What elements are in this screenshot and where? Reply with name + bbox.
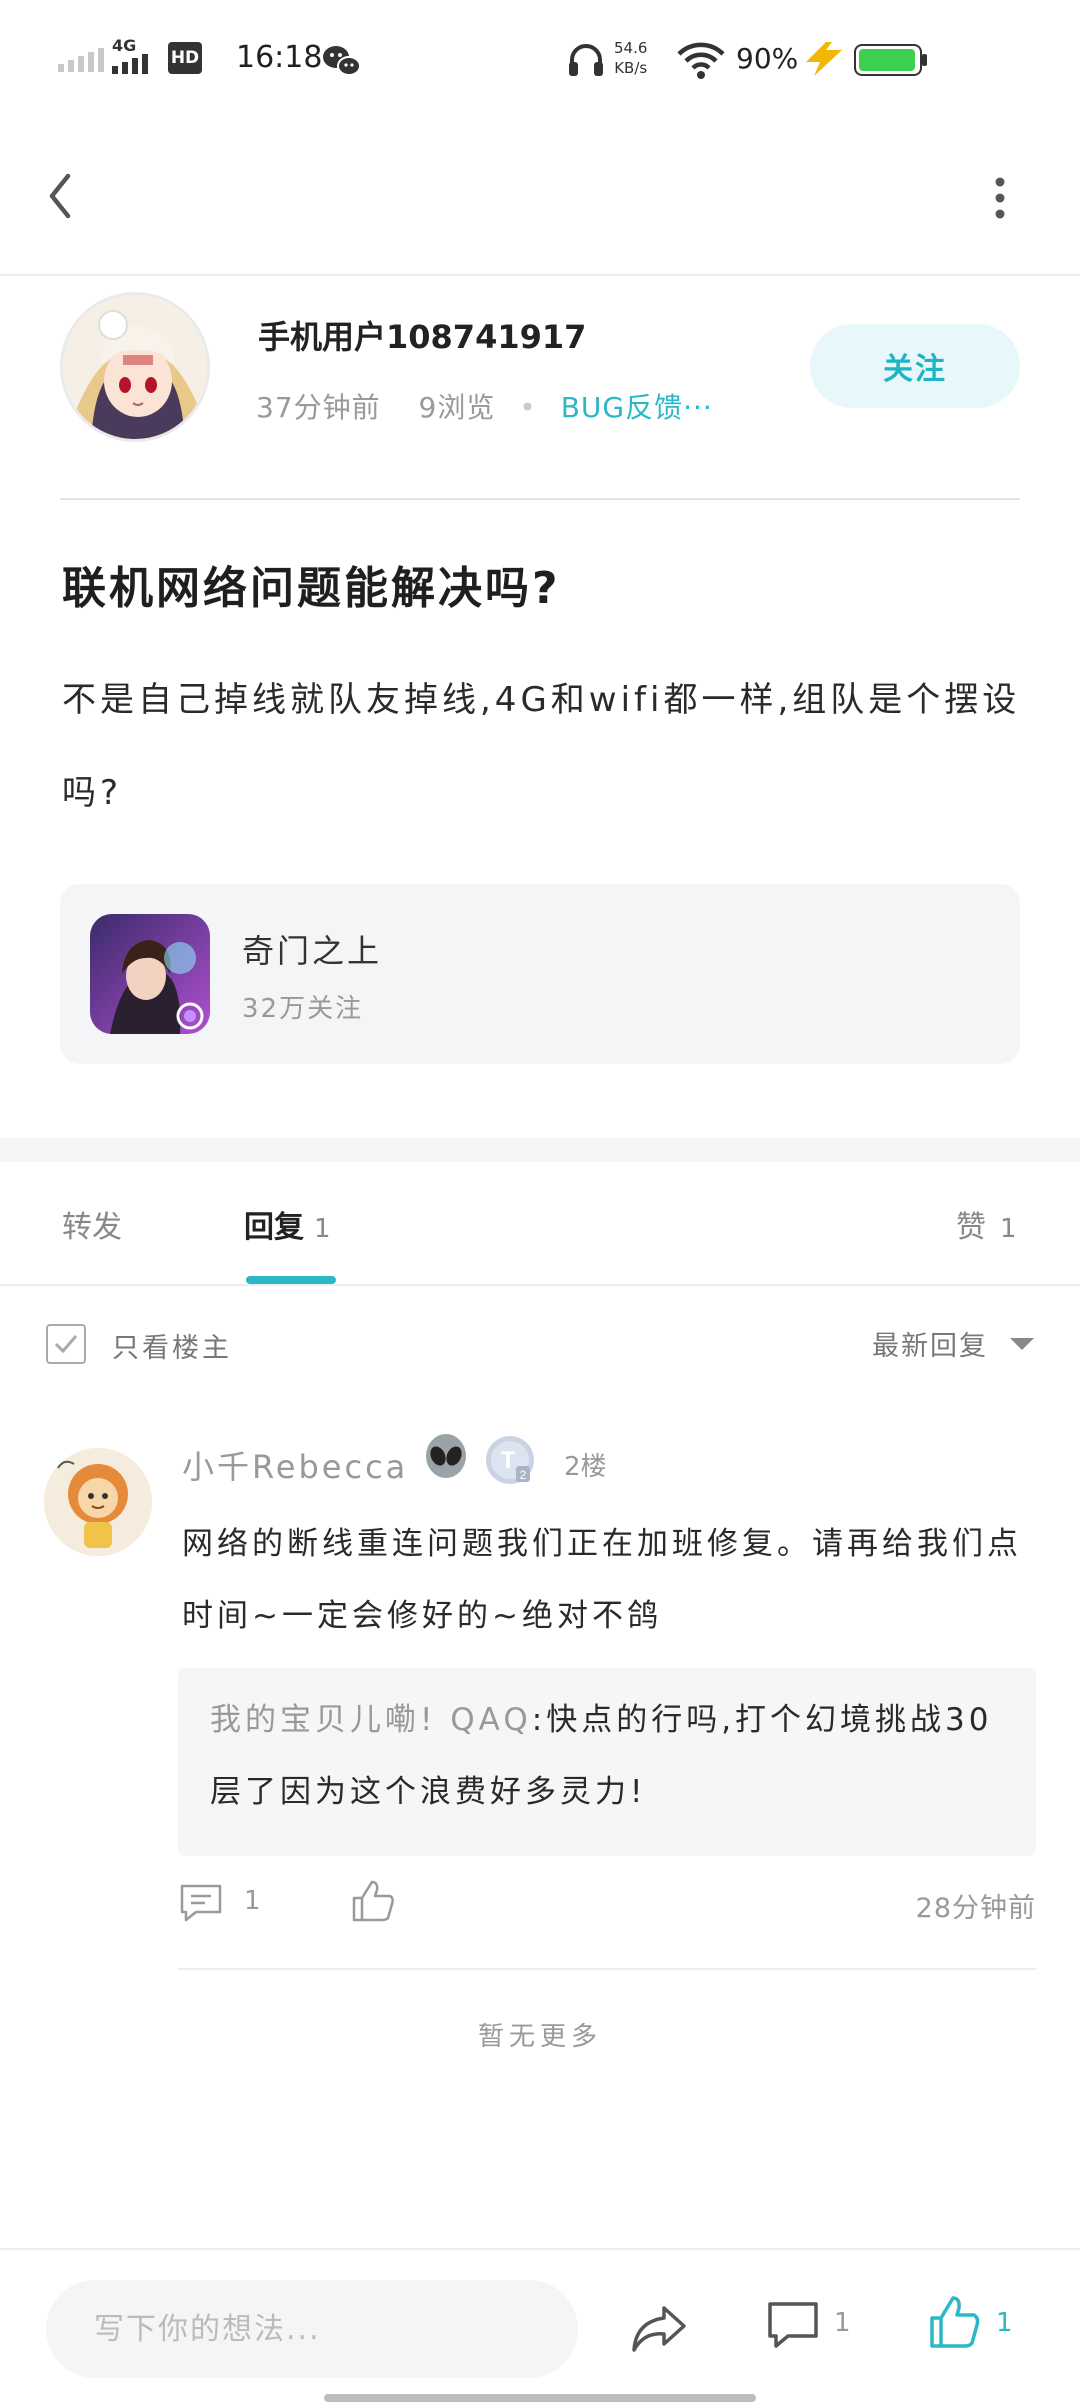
clock: 16:18 [236,40,323,75]
share-icon[interactable] [630,2302,688,2354]
sub-reply-username[interactable]: 我的宝贝儿嘞! QAQ [210,1702,532,1738]
battery-icon [854,44,927,76]
bottom-comment-count: 1 [834,2308,851,2338]
author-avatar[interactable] [60,292,210,442]
game-name: 奇门之上 [242,932,383,970]
post-title: 联机网络问题能解决吗? [62,563,561,614]
tab-repost[interactable]: 转发 [62,1202,122,1246]
active-tab-indicator [246,1276,336,1284]
author-avatar-image [63,295,207,439]
top-nav-bar [0,120,1080,276]
sub-reply-box[interactable]: 我的宝贝儿嘞! QAQ:快点的行吗,打个幻境挑战30层了因为这个浪费好多灵力! [178,1668,1036,1856]
comment-time: 28分钟前 [915,1893,1036,1924]
net-speed: 54.6 KB/s [614,38,647,78]
only-owner-label[interactable]: 只看楼主 [112,1326,232,1365]
chevron-left-icon [49,173,71,219]
level-badge-number: 2 [520,1468,527,1482]
alien-badge-icon [426,1434,466,1478]
wechat-icon [323,46,361,76]
commenter-avatar[interactable] [44,1448,152,1556]
reply-filter-row: 只看楼主 最新回复 [0,1288,1080,1404]
bottom-action-bar: 1 1 [0,2248,1080,2408]
sort-dropdown[interactable]: 最新回复 [872,1324,988,1363]
signal-sim1-icon [58,48,104,72]
reply-icon[interactable] [178,1880,224,1926]
back-button[interactable] [36,160,96,230]
more-options-button[interactable] [980,170,1020,230]
commenter-avatar-image [44,1448,152,1556]
tab-like-count: 1 [1000,1214,1017,1244]
follow-button[interactable]: 关注 [810,324,1020,408]
tab-reply[interactable]: 回复 1 [244,1202,331,1246]
post-body: 不是自己掉线就队友掉线,4G和wifi都一样,组队是个摆设吗? [62,680,1021,813]
comment-icon[interactable] [766,2298,820,2354]
post-time: 37分钟前 [256,391,381,424]
tab-reply-count: 1 [314,1214,331,1244]
game-followers: 32万关注 [242,994,364,1024]
charging-icon [806,42,842,76]
post-category-link[interactable]: BUG反馈··· [561,391,713,424]
more-vertical-icon [995,177,1005,219]
hd-icon: HD [168,42,202,74]
game-icon [90,914,210,1034]
comment-input[interactable] [94,2304,534,2354]
wifi-icon [677,42,725,79]
comment-actions: 1 28分钟前 [178,1874,1036,1938]
status-bar: 4G HD 16:18 54.6 KB/s 90% [0,0,1080,120]
commenter-username[interactable]: 小千Rebecca [182,1442,408,1488]
comment-reply-count: 1 [244,1886,261,1916]
interaction-tabs: 转发 回复 1 赞1 [0,1162,1080,1286]
author-username[interactable]: 手机用户108741917 [258,312,586,358]
level-badge-letter: T [501,1447,516,1474]
signal-sim2-icon [112,54,148,74]
net-speed-value: 54.6 [614,39,648,57]
comment-input-box[interactable] [46,2280,578,2378]
post-views: 9浏览 [418,391,496,424]
comment-divider [178,1968,1036,1970]
bottom-like-count: 1 [996,2308,1013,2338]
check-icon [54,1335,78,1354]
post-author: 手机用户108741917 37分钟前 9浏览 • BUG反馈··· 关注 [0,276,1080,500]
battery-percent: 90% [736,42,799,75]
tab-like[interactable]: 赞1 [956,1202,1017,1246]
network-type: 4G [112,36,137,55]
thumbs-up-icon[interactable] [350,1878,396,1924]
caret-down-icon[interactable] [1010,1338,1034,1350]
author-divider [60,498,1020,500]
game-card[interactable]: 奇门之上 32万关注 [60,884,1020,1064]
meta-separator: • [519,391,537,424]
tab-repost-label: 转发 [62,1210,122,1245]
headphones-icon [569,44,603,76]
post-meta: 37分钟前 9浏览 • BUG反馈··· [256,386,713,426]
game-icon-image [90,914,210,1034]
net-speed-unit: KB/s [614,59,648,77]
comment-floor: 2楼 [564,1452,607,1482]
like-icon[interactable] [928,2294,980,2350]
home-indicator[interactable] [324,2394,756,2402]
comment-body: 网络的断线重连问题我们正在加班修复。请再给我们点时间~一定会修好的~绝对不鸽 [182,1526,1022,1634]
only-owner-checkbox[interactable] [46,1324,86,1364]
sub-reply: 我的宝贝儿嘞! QAQ:快点的行吗,打个幻境挑战30层了因为这个浪费好多灵力! [210,1684,1010,1828]
no-more-label: 暂无更多 [477,2022,602,2052]
tab-like-label: 赞 [956,1210,986,1245]
level-badge-icon: T 2 [486,1436,534,1484]
comment-item: 小千Rebecca T 2 2楼 网络的断线重连问题我们正在加班修复。请再给我们… [0,1404,1080,1970]
section-separator [0,1138,1080,1162]
tab-reply-label: 回复 [244,1210,304,1245]
